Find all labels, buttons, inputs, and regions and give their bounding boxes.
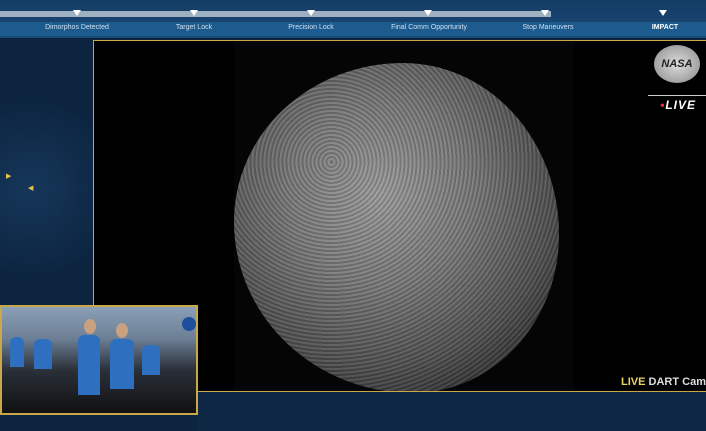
person [34,339,52,369]
milestone-marker [659,10,667,16]
milestone-label-impact: IMPACT [651,24,679,31]
nasa-logo-text: NASA [661,58,693,70]
live-badge-text: LIVE [665,98,696,112]
camera-live-label: LIVE [621,376,646,388]
live-badge: •LIVE [648,95,706,112]
milestone-label: Final Comm Opportunity [391,24,467,31]
arrow-icon: ▶ [6,173,12,180]
person [142,345,160,375]
milestone-marker [73,10,81,16]
camera-caption: LIVE DART Cam [621,376,706,388]
mission-timeline: Dimorphos Detected Target Lock Precision… [0,0,706,38]
nasa-wall-logo [182,317,196,331]
mission-control-camera-inset [0,305,198,415]
milestone-label: Dimorphos Detected [45,24,109,31]
arrow-icon: ◀ [28,185,34,192]
person [110,339,134,389]
bottom-strip [198,392,706,431]
nasa-logo: NASA [654,45,700,83]
person [78,335,100,395]
milestone-marker [307,10,315,16]
timeline-progress-bar [0,11,551,17]
milestone-label: Stop Maneuvers [522,24,574,31]
camera-name: DART Cam [648,376,706,388]
head [84,319,96,334]
milestone-marker [190,10,198,16]
milestone-label: Precision Lock [288,24,334,31]
head [116,323,128,338]
milestone-marker [541,10,549,16]
milestone-label: Target Lock [175,24,213,31]
milestone-marker [424,10,432,16]
person [10,337,24,367]
